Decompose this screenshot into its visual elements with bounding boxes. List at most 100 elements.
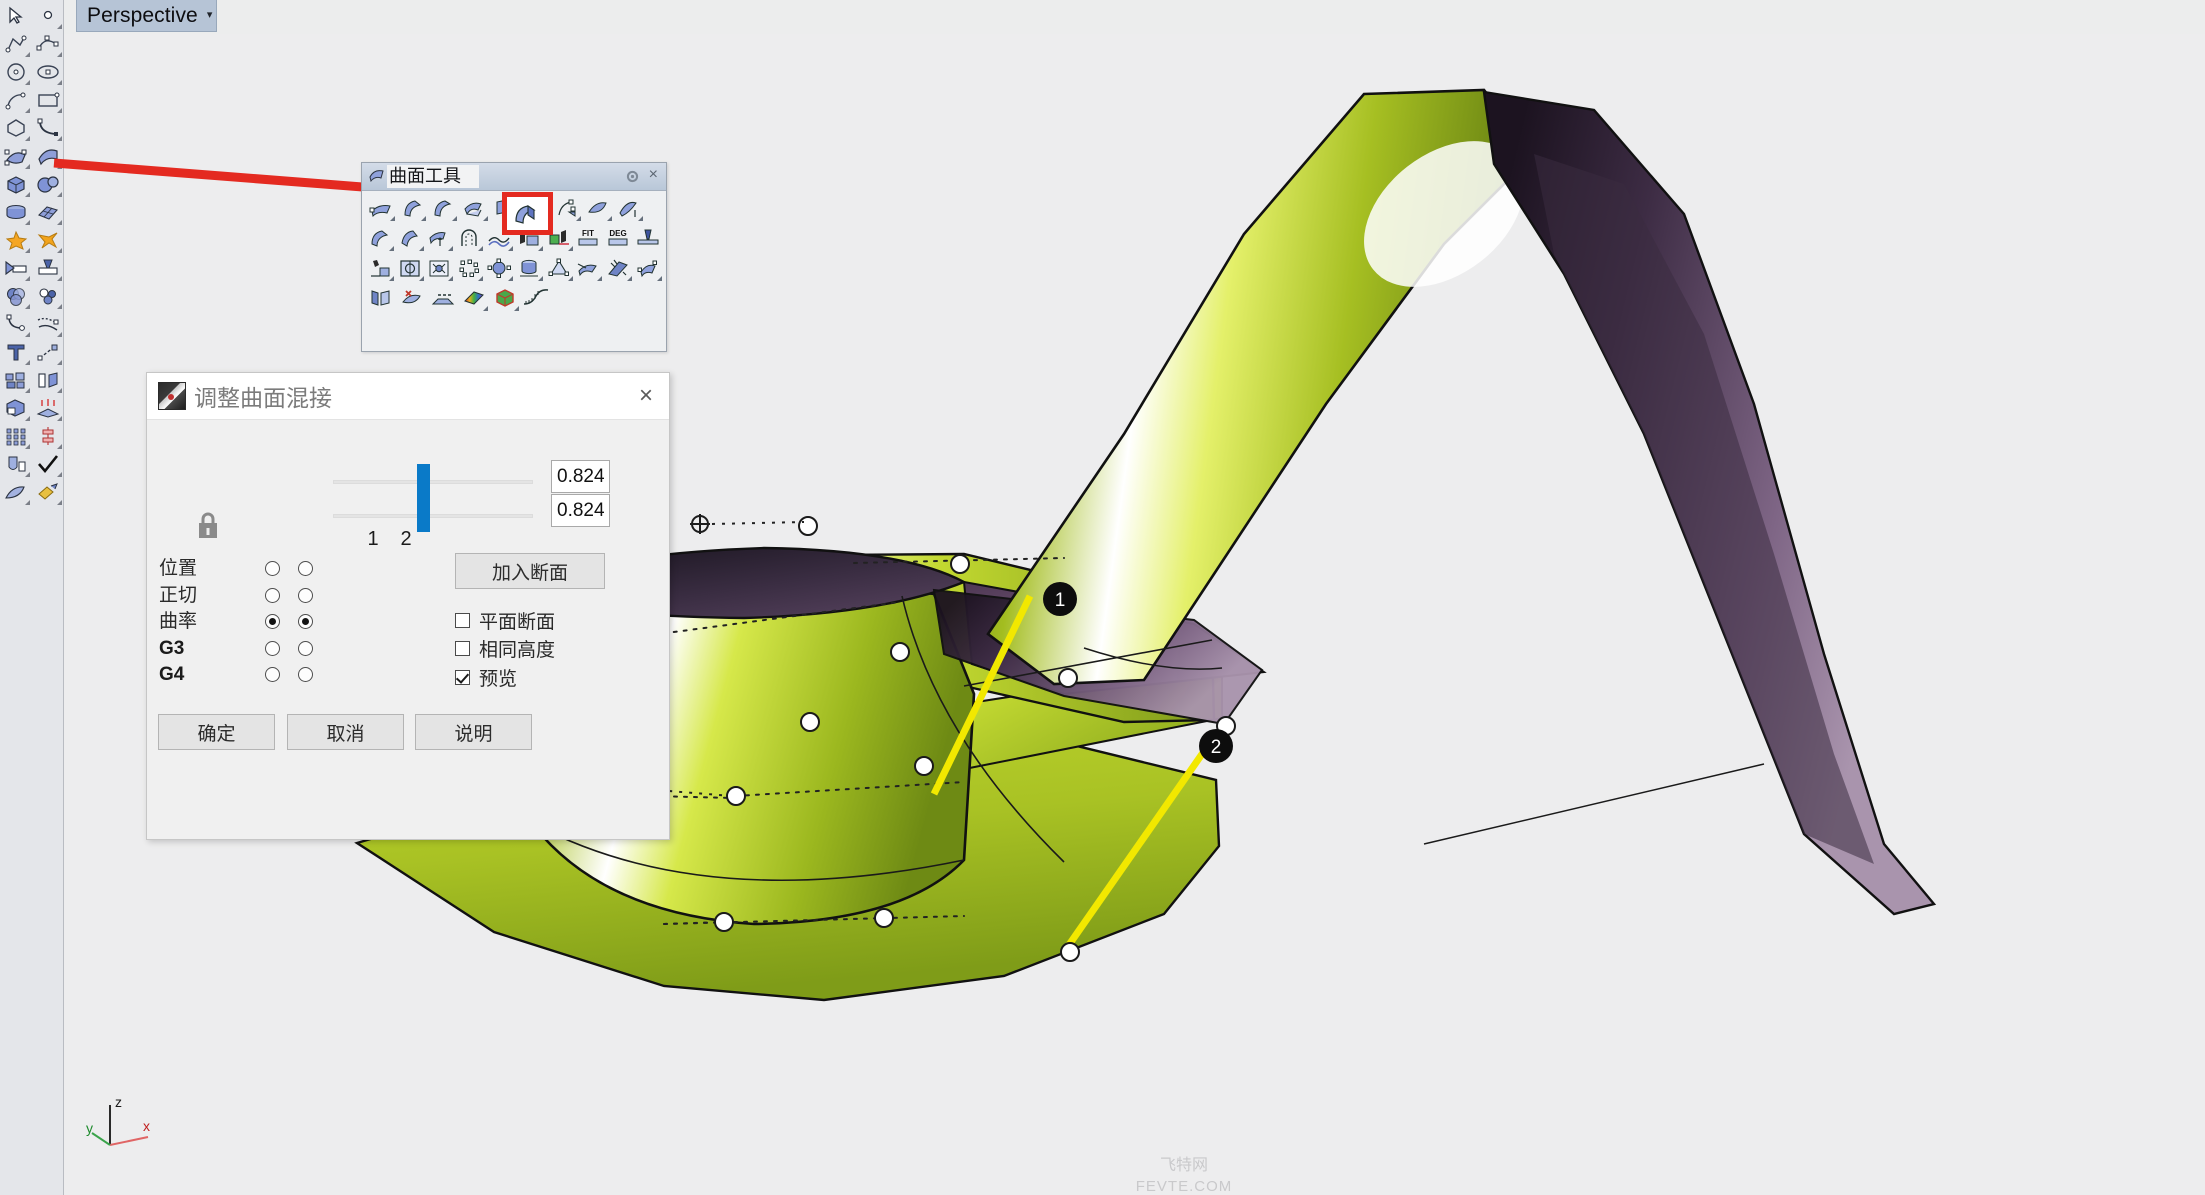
radio-g3-2[interactable]: [298, 640, 313, 656]
loft-icon[interactable]: [396, 194, 427, 223]
dialog-titlebar[interactable]: 调整曲面混接 ×: [147, 373, 669, 420]
fillet-curve-icon[interactable]: [0, 310, 32, 338]
checkbox-planar-sections[interactable]: 平面断面: [455, 606, 555, 635]
split-icon[interactable]: [32, 254, 64, 282]
surface-tools-titlebar[interactable]: 曲面工具 ×: [362, 163, 666, 191]
checkbox-box[interactable]: [455, 669, 470, 685]
radio-g4-2[interactable]: [298, 667, 313, 682]
adjust-surface-blend-dialog[interactable]: 调整曲面混接 × 0.824 0.824 1 2 位置 正切 曲率 G3 G4 …: [146, 372, 670, 840]
radio-g4-1[interactable]: [265, 667, 280, 682]
extrude-tapered-icon[interactable]: [395, 224, 425, 253]
blend-value-2-input[interactable]: 0.824: [551, 494, 610, 527]
mesh-icon[interactable]: [32, 198, 64, 226]
cylinder-object-icon[interactable]: [514, 254, 544, 283]
slider-track[interactable]: [333, 480, 533, 484]
surface-control-points-icon[interactable]: [0, 142, 32, 170]
close-icon[interactable]: ×: [649, 167, 658, 183]
polyline-icon[interactable]: [0, 30, 32, 58]
surface-from-points-icon[interactable]: [365, 254, 395, 283]
fit-surface-icon[interactable]: FIT: [574, 224, 604, 253]
control-point[interactable]: [874, 908, 894, 928]
degree-surface-icon[interactable]: DEG: [603, 224, 633, 253]
slider-track[interactable]: [333, 514, 533, 518]
rail-revolve-icon[interactable]: [551, 194, 582, 223]
sphere-icon[interactable]: [32, 170, 64, 198]
select-arrow-icon[interactable]: [0, 2, 32, 30]
zebra-analysis-icon[interactable]: [458, 284, 489, 313]
box-edit-icon[interactable]: [489, 284, 520, 313]
ellipse-icon[interactable]: [32, 58, 64, 86]
origin-marker[interactable]: [690, 514, 710, 534]
close-icon[interactable]: ×: [639, 384, 653, 408]
triangle-surface-icon[interactable]: [544, 254, 574, 283]
radio-tangency-1[interactable]: [265, 587, 280, 603]
extrude-straight-icon[interactable]: [365, 224, 395, 253]
dimension-icon[interactable]: [32, 338, 64, 366]
radio-curvature-1[interactable]: [265, 614, 280, 629]
viewport-tab-perspective[interactable]: Perspective ▾: [76, 0, 218, 32]
control-point[interactable]: [800, 712, 820, 732]
rectangle-icon[interactable]: [32, 86, 64, 114]
curvature-graph-icon[interactable]: [520, 284, 551, 313]
grid-settings-icon[interactable]: [0, 422, 32, 450]
blend-value-1-input[interactable]: 0.824: [551, 460, 610, 493]
surface-tools-icon[interactable]: [32, 142, 64, 170]
boolean-difference-icon[interactable]: [32, 282, 64, 310]
control-point[interactable]: [1058, 668, 1078, 688]
material-icon[interactable]: [0, 450, 32, 478]
blend-surface-highlighted-icon[interactable]: [507, 197, 548, 230]
block-icon[interactable]: [0, 366, 32, 394]
control-point[interactable]: [1216, 716, 1236, 736]
checkbox-preview[interactable]: 预览: [455, 663, 555, 692]
text-icon[interactable]: [0, 338, 32, 366]
extrude-ribbon-icon[interactable]: [425, 224, 455, 253]
gear-icon[interactable]: [625, 169, 640, 189]
surface-tools-toolbar[interactable]: 曲面工具 × FIT DEG: [361, 162, 667, 352]
fit-plane-icon[interactable]: [425, 254, 455, 283]
add-section-button[interactable]: 加入断面: [455, 553, 605, 589]
cancel-button[interactable]: 取消: [287, 714, 404, 750]
render-icon[interactable]: [0, 394, 32, 422]
sweep2-icon[interactable]: [458, 194, 489, 223]
curve-icon[interactable]: [32, 114, 64, 142]
paint-icon[interactable]: [32, 478, 64, 506]
cylinder-icon[interactable]: [0, 198, 32, 226]
checkbox-same-height[interactable]: 相同高度: [455, 635, 555, 664]
polygon-icon[interactable]: [0, 114, 32, 142]
control-point[interactable]: [714, 912, 734, 932]
slider-thumb[interactable]: [417, 464, 430, 498]
patch-icon[interactable]: [582, 194, 613, 223]
ok-button[interactable]: 确定: [158, 714, 275, 750]
point-cloud-icon[interactable]: [484, 254, 514, 283]
radio-position-1[interactable]: [265, 561, 280, 576]
offset-curve-icon[interactable]: [32, 310, 64, 338]
arc-icon[interactable]: [0, 86, 32, 114]
circle-icon[interactable]: [0, 58, 32, 86]
control-point[interactable]: [914, 756, 934, 776]
control-point[interactable]: [1060, 942, 1080, 962]
explode-icon[interactable]: [32, 226, 64, 254]
array-icon[interactable]: [32, 366, 64, 394]
boolean-icon[interactable]: [0, 226, 32, 254]
blend-curve-icon[interactable]: [427, 284, 458, 313]
lock-icon[interactable]: [196, 510, 220, 545]
radio-tangency-2[interactable]: [298, 587, 313, 603]
curve-control-points-icon[interactable]: [32, 30, 64, 58]
boolean-union-icon[interactable]: [0, 282, 32, 310]
distribute-icon[interactable]: [32, 422, 64, 450]
radio-g3-1[interactable]: [265, 640, 280, 656]
pipe-icon[interactable]: [454, 224, 484, 253]
lighting-icon[interactable]: [32, 394, 64, 422]
trim-icon[interactable]: [0, 254, 32, 282]
offset-surface-icon[interactable]: [574, 254, 604, 283]
sweep1-icon[interactable]: [427, 194, 458, 223]
network-surface-icon[interactable]: [613, 194, 644, 223]
checkbox-box[interactable]: [455, 641, 470, 657]
untrim-surface-icon[interactable]: [396, 284, 427, 313]
point-icon[interactable]: [32, 2, 64, 30]
surface-edit-points-icon[interactable]: [633, 254, 663, 283]
help-button[interactable]: 说明: [415, 714, 532, 750]
plane-through-points-icon[interactable]: [395, 254, 425, 283]
point-grid-icon[interactable]: [454, 254, 484, 283]
control-point[interactable]: [798, 516, 818, 536]
